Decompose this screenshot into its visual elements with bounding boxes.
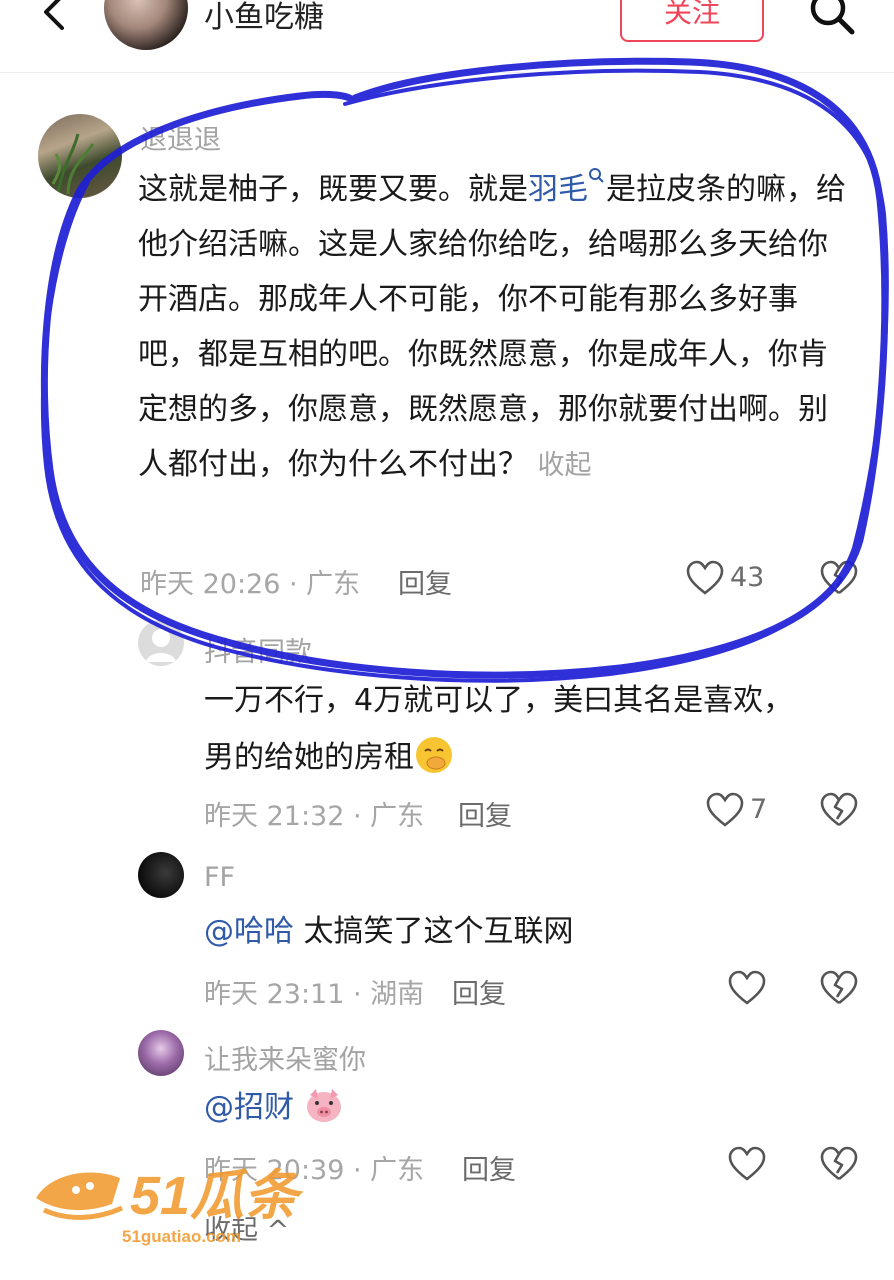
like-heart-icon[interactable] [686, 560, 724, 596]
search-link[interactable]: 羽毛 [528, 168, 606, 207]
author-name[interactable]: 小鱼吃糖 [204, 0, 324, 36]
avatar[interactable] [138, 1030, 184, 1076]
watermark-url: 51guatiao.com [122, 1227, 241, 1246]
comment-time-location: 昨天 20:26 · 广东 [140, 569, 361, 600]
pig-face-emoji-icon [306, 1089, 341, 1122]
dislike-broken-heart-icon[interactable] [820, 970, 858, 1006]
comment-username[interactable]: 让我来朵蜜你 [204, 1038, 366, 1077]
author-avatar[interactable] [104, 0, 188, 50]
like-heart-icon[interactable] [728, 970, 766, 1006]
comment-text-part: 这就是柚子，既要又要。就是 [138, 172, 528, 207]
mention-link[interactable]: @哈哈 [204, 914, 294, 949]
avatar[interactable] [38, 114, 122, 198]
reply-button[interactable]: 回复 [452, 972, 506, 1011]
comment-text: 这就是柚子，既要又要。就是羽毛 是拉皮条的嘛，给他介绍活嘛。这是人家给你给吃，给喝… [138, 162, 848, 493]
comment-time-location: 昨天 23:11 · 湖南 [204, 979, 425, 1010]
shy-face-emoji-icon [416, 737, 452, 773]
comment-text: @哈哈 太搞笑了这个互联网 [204, 904, 824, 959]
search-link-label: 羽毛 [528, 172, 588, 207]
mention-link[interactable]: @招财 [204, 1090, 294, 1125]
comment-text-part: 太搞笑了这个互联网 [294, 914, 574, 949]
like-heart-icon[interactable] [728, 1146, 766, 1182]
reply-button[interactable]: 回复 [398, 562, 452, 601]
comment-username[interactable]: 退退退 [140, 118, 221, 157]
avatar[interactable] [138, 620, 184, 666]
comment-text-part: 是拉皮条的嘛，给他介绍活嘛。这是人家给你给吃，给喝那么多天给你开酒店。那成年人不… [138, 172, 846, 482]
comment-time-location: 昨天 21:32 · 广东 [204, 801, 425, 832]
like-heart-icon[interactable] [706, 792, 744, 828]
reply-button[interactable]: 回复 [458, 794, 512, 833]
collapse-text-button[interactable]: 收起 [538, 450, 592, 481]
search-icon[interactable] [806, 0, 858, 40]
watermark-brand: 51瓜条 [130, 1166, 304, 1226]
avatar[interactable] [138, 852, 184, 898]
comment-username[interactable]: 抖音同款 [204, 630, 312, 669]
top-bar: 小鱼吃糖 关注 [0, 0, 894, 73]
follow-button[interactable]: 关注 [620, 0, 764, 42]
dislike-broken-heart-icon[interactable] [820, 792, 858, 828]
dislike-broken-heart-icon[interactable] [820, 560, 858, 596]
site-watermark-logo: 51瓜条 51guatiao.com [36, 1166, 304, 1246]
search-icon [589, 168, 604, 183]
comment-text-part: 一万不行，4万就可以了，美曰其名是喜欢，男的给她的房租 [204, 683, 794, 775]
like-count: 43 [730, 562, 765, 593]
comment-text: @招财 [204, 1080, 604, 1135]
default-avatar-icon [146, 629, 176, 662]
dislike-broken-heart-icon[interactable] [820, 1146, 858, 1182]
comment-text: 一万不行，4万就可以了，美曰其名是喜欢，男的给她的房租 [204, 672, 814, 786]
comment-username[interactable]: FF [204, 862, 235, 893]
back-arrow-icon[interactable] [36, 0, 76, 32]
plant-icon [51, 133, 95, 195]
reply-button[interactable]: 回复 [462, 1148, 516, 1187]
like-count: 7 [750, 794, 768, 825]
